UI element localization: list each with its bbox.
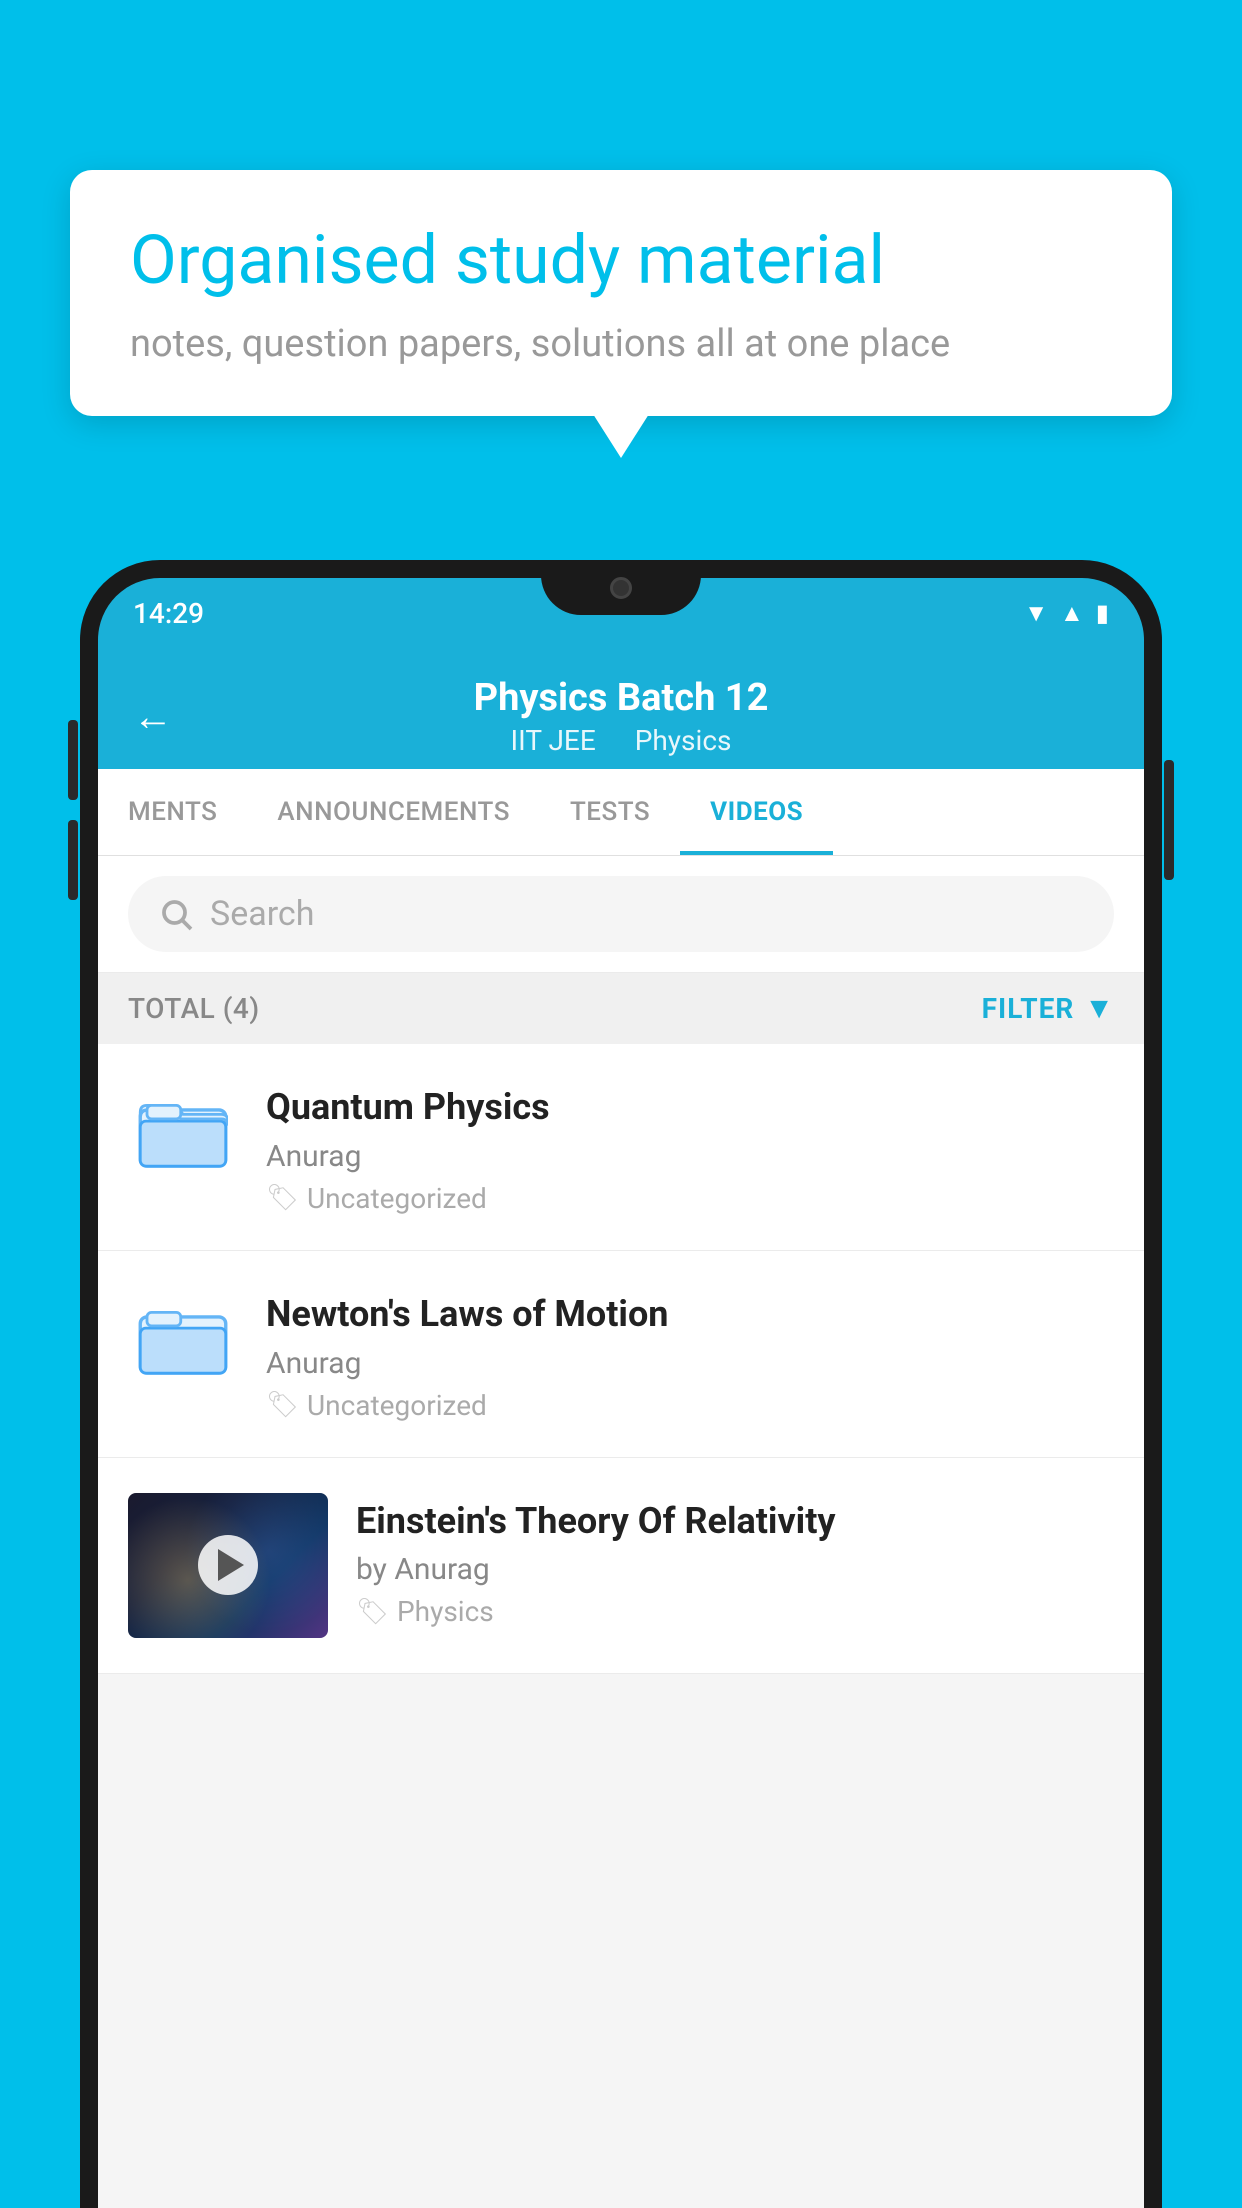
filter-bar: TOTAL (4) FILTER ▼ bbox=[98, 973, 1144, 1044]
video-author: by Anurag bbox=[356, 1552, 1114, 1587]
video-list: Quantum Physics Anurag 🏷 Uncategorized bbox=[98, 1044, 1144, 1674]
wifi-icon: ▼ bbox=[1024, 599, 1048, 628]
tab-tests[interactable]: TESTS bbox=[540, 769, 680, 855]
header-subtitle-left: IIT JEE bbox=[511, 724, 596, 757]
video-info: Quantum Physics Anurag 🏷 Uncategorized bbox=[266, 1079, 1114, 1215]
power-button[interactable] bbox=[1164, 760, 1174, 880]
volume-up-button[interactable] bbox=[68, 720, 78, 800]
phone-outer: 14:29 ▼ ▲ ▮ ← Physics Batch 12 IIT JEE bbox=[80, 560, 1162, 2208]
volume-down-button[interactable] bbox=[68, 820, 78, 900]
header-title-group: Physics Batch 12 IIT JEE Physics bbox=[474, 676, 769, 757]
tag-icon: 🏷 bbox=[266, 1183, 299, 1213]
tab-announcements[interactable]: ANNOUNCEMENTS bbox=[247, 769, 540, 855]
signal-icon: ▲ bbox=[1060, 599, 1084, 628]
search-input[interactable]: Search bbox=[210, 894, 314, 934]
app-header: ← Physics Batch 12 IIT JEE Physics bbox=[98, 648, 1144, 769]
tag-icon: 🏷 bbox=[266, 1390, 299, 1420]
search-container: Search bbox=[98, 856, 1144, 973]
video-author: Anurag bbox=[266, 1346, 1114, 1381]
video-info: Newton's Laws of Motion Anurag 🏷 Uncateg… bbox=[266, 1286, 1114, 1422]
video-title: Quantum Physics bbox=[266, 1084, 1114, 1131]
folder-icon bbox=[128, 1079, 238, 1179]
video-info: Einstein's Theory Of Relativity by Anura… bbox=[356, 1493, 1114, 1629]
bubble-subtitle: notes, question papers, solutions all at… bbox=[130, 322, 1112, 366]
tag-label: Uncategorized bbox=[307, 1389, 487, 1422]
list-item[interactable]: Einstein's Theory Of Relativity by Anura… bbox=[98, 1458, 1144, 1674]
header-subtitle-right: Physics bbox=[635, 724, 732, 757]
bubble-title: Organised study material bbox=[130, 220, 1112, 302]
video-author: Anurag bbox=[266, 1139, 1114, 1174]
tag-label: Physics bbox=[397, 1595, 494, 1628]
list-item[interactable]: Newton's Laws of Motion Anurag 🏷 Uncateg… bbox=[98, 1251, 1144, 1458]
header-nav: ← Physics Batch 12 IIT JEE Physics bbox=[133, 676, 1109, 769]
tabs-bar: MENTS ANNOUNCEMENTS TESTS VIDEOS bbox=[98, 769, 1144, 856]
phone-screen: ← Physics Batch 12 IIT JEE Physics MENTS bbox=[98, 648, 1144, 2208]
front-camera bbox=[610, 577, 632, 599]
status-time: 14:29 bbox=[133, 597, 204, 630]
tab-videos[interactable]: VIDEOS bbox=[680, 769, 833, 855]
back-button[interactable]: ← bbox=[133, 693, 173, 740]
filter-icon: ▼ bbox=[1084, 991, 1114, 1026]
list-item[interactable]: Quantum Physics Anurag 🏷 Uncategorized bbox=[98, 1044, 1144, 1251]
search-icon bbox=[158, 896, 194, 932]
filter-label: FILTER bbox=[982, 992, 1075, 1025]
video-title: Einstein's Theory Of Relativity bbox=[356, 1498, 1114, 1545]
play-triangle-icon bbox=[218, 1549, 244, 1581]
tab-ments[interactable]: MENTS bbox=[98, 769, 247, 855]
phone-container: 14:29 ▼ ▲ ▮ ← Physics Batch 12 IIT JEE bbox=[80, 560, 1162, 2208]
search-box[interactable]: Search bbox=[128, 876, 1114, 952]
play-button[interactable] bbox=[198, 1535, 258, 1595]
video-tag: 🏷 Uncategorized bbox=[266, 1182, 1114, 1215]
video-title: Newton's Laws of Motion bbox=[266, 1291, 1114, 1338]
video-tag: 🏷 Physics bbox=[356, 1595, 1114, 1628]
status-icons: ▼ ▲ ▮ bbox=[1024, 599, 1109, 628]
header-subtitle: IIT JEE Physics bbox=[474, 724, 769, 757]
total-count: TOTAL (4) bbox=[128, 992, 260, 1025]
tag-icon: 🏷 bbox=[356, 1597, 389, 1627]
battery-icon: ▮ bbox=[1096, 599, 1109, 627]
tag-label: Uncategorized bbox=[307, 1182, 487, 1215]
video-tag: 🏷 Uncategorized bbox=[266, 1389, 1114, 1422]
filter-button[interactable]: FILTER ▼ bbox=[982, 991, 1114, 1026]
folder-icon bbox=[128, 1286, 238, 1386]
video-thumbnail bbox=[128, 1493, 328, 1638]
speech-bubble: Organised study material notes, question… bbox=[70, 170, 1172, 416]
header-title: Physics Batch 12 bbox=[474, 676, 769, 720]
notch bbox=[541, 560, 701, 615]
